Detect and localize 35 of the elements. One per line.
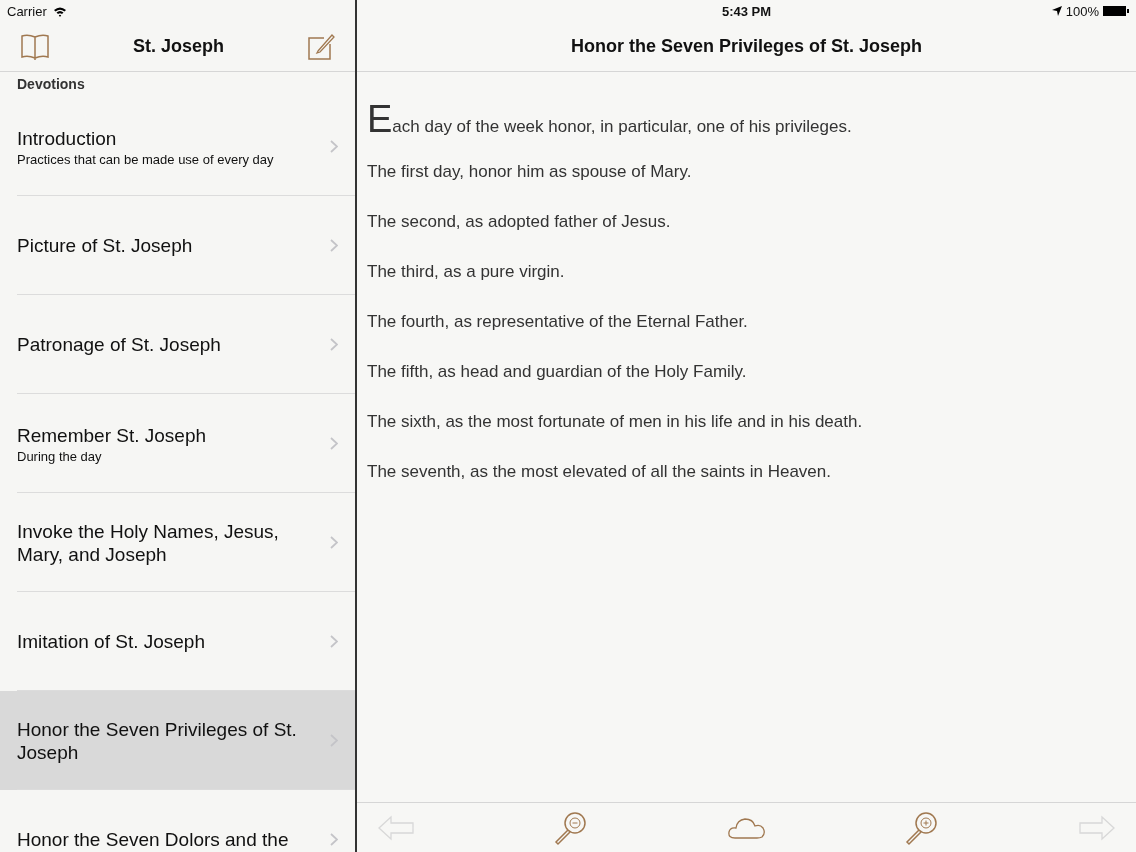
wifi-icon (52, 5, 67, 17)
lead-paragraph: Each day of the week honor, in particular, one of his privileges. (367, 98, 853, 141)
battery-level: 100% (1065, 3, 1099, 19)
section-header: Devotions (16, 75, 86, 94)
cloud-button[interactable] (726, 815, 767, 840)
chevron-icon (330, 833, 338, 846)
paragraph: The second, as adopted father of Jesus. (367, 211, 672, 232)
page-title: Honor the Seven Privileges of St. Joseph (570, 36, 923, 57)
list-item[interactable]: Introduction Practices that can be made use of every day (0, 97, 355, 196)
book-icon[interactable] (20, 32, 50, 61)
paragraph: The seventh, as the most elevated of all the saints in Heaven. (367, 461, 832, 482)
chevron-icon (330, 338, 338, 351)
paragraph: The fourth, as representative of the Eternal Father. (367, 311, 749, 332)
zoom-out-button[interactable] (552, 809, 589, 846)
carrier-label: Carrier (7, 3, 47, 19)
list-item[interactable]: Imitation of St. Joseph (0, 592, 355, 691)
chevron-icon (330, 437, 338, 450)
status-time: 5:43 PM (721, 3, 772, 19)
battery-icon (1103, 6, 1129, 16)
list-item[interactable]: Honor the Seven Privileges of St. Joseph (0, 691, 355, 790)
paragraph: The third, as a pure virgin. (367, 261, 566, 282)
sidebar-title: St. Joseph (133, 36, 224, 57)
list-item[interactable]: Invoke the Holy Names, Jesus, Mary, and Joseph (0, 493, 355, 592)
compose-icon[interactable] (307, 32, 335, 61)
chevron-icon (330, 239, 338, 252)
paragraph: The first day, honor him as spouse of Mary. (367, 161, 693, 182)
chevron-icon (330, 140, 338, 153)
list-item[interactable]: Patronage of St. Joseph (0, 295, 355, 394)
paragraph: The fifth, as head and guardian of the Holy Family. (367, 361, 748, 382)
location-icon (1051, 6, 1062, 16)
chevron-icon (330, 635, 338, 648)
list-item[interactable]: Picture of St. Joseph (0, 196, 355, 295)
paragraph: The sixth, as the most fortunate of men in his life and in his death. (367, 411, 864, 432)
list-item[interactable]: Remember St. Joseph During the day (0, 394, 355, 493)
chevron-icon (330, 536, 338, 549)
